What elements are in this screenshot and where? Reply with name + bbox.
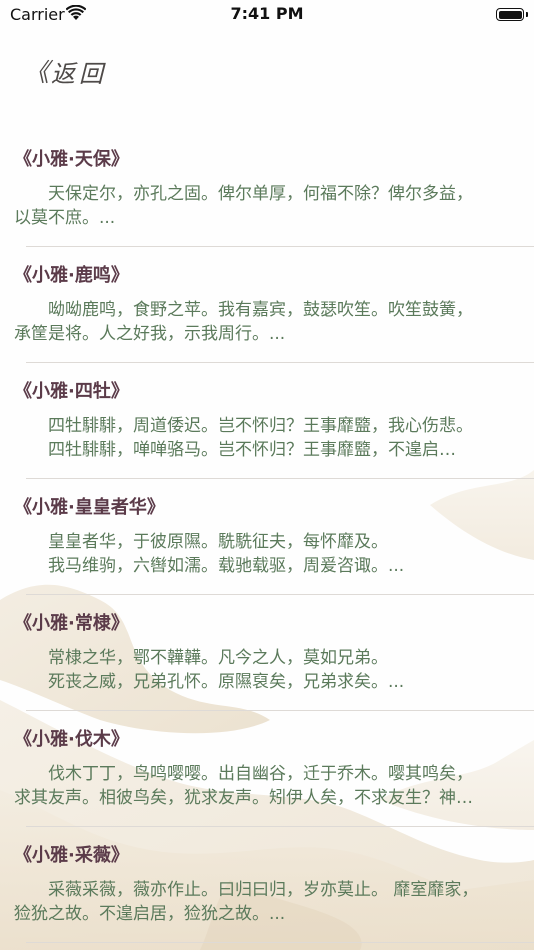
- excerpt-line: 猃狁之故。不遑启居，猃狁之故。...: [14, 904, 286, 924]
- battery-cap: [526, 12, 528, 17]
- excerpt-line: 伐木丁丁，鸟鸣嘤嘤。出自幽谷，迁于乔木。嘤其鸣矣，: [14, 764, 473, 784]
- poem-list-item[interactable]: 《小雅·采薇》 采薇采薇，薇亦作止。曰归曰归，岁亦莫止。 靡室靡家， 猃狁之故。…: [0, 827, 534, 943]
- excerpt-line: 呦呦鹿鸣，食野之苹。我有嘉宾，鼓瑟吹笙。吹笙鼓簧，: [14, 300, 473, 320]
- battery-fill: [498, 10, 522, 19]
- back-label: 返回: [51, 59, 108, 88]
- excerpt-line: 皇皇者华，于彼原隰。駪駪征夫，每怀靡及。: [14, 532, 388, 552]
- poem-excerpt: 皇皇者华，于彼原隰。駪駪征夫，每怀靡及。 我马维驹，六辔如濡。载驰载驱，周爰咨诹…: [14, 530, 522, 578]
- poem-title: 《小雅·伐木》: [14, 729, 129, 750]
- excerpt-line: 四牡騑騑，周道倭迟。岂不怀归？王事靡盬，我心伤悲。: [14, 416, 473, 436]
- battery-icon: [496, 8, 524, 21]
- divider: [26, 942, 534, 943]
- poem-excerpt: 天保定尔，亦孔之固。俾尔单厚，何福不除？俾尔多益， 以莫不庶。...: [14, 182, 522, 230]
- excerpt-line: 四牡騑騑，啴啴骆马。岂不怀归？王事靡盬，不遑启…: [14, 440, 456, 460]
- back-chevron-icon: 《: [24, 58, 49, 87]
- poem-excerpt: 呦呦鹿鸣，食野之苹。我有嘉宾，鼓瑟吹笙。吹笙鼓簧， 承筐是将。人之好我，示我周行…: [14, 298, 522, 346]
- excerpt-line: 我马维驹，六辔如濡。载驰载驱，周爰咨诹。...: [14, 556, 405, 576]
- poem-title: 《小雅·天保》: [14, 149, 129, 170]
- poem-excerpt: 采薇采薇，薇亦作止。曰归曰归，岁亦莫止。 靡室靡家， 猃狁之故。不遑启居，猃狁之…: [14, 878, 522, 926]
- excerpt-line: 求其友声。相彼鸟矣，犹求友声。矧伊人矣，不求友生？神…: [14, 788, 473, 808]
- poem-list-item[interactable]: 《小雅·皇皇者华》 皇皇者华，于彼原隰。駪駪征夫，每怀靡及。 我马维驹，六辔如濡…: [0, 479, 534, 595]
- clock: 7:41 PM: [230, 4, 304, 23]
- poem-list-item[interactable]: 《小雅·天保》 天保定尔，亦孔之固。俾尔单厚，何福不除？俾尔多益， 以莫不庶。.…: [0, 131, 534, 247]
- excerpt-line: 天保定尔，亦孔之固。俾尔单厚，何福不除？俾尔多益，: [14, 184, 473, 204]
- poem-excerpt: 伐木丁丁，鸟鸣嘤嘤。出自幽谷，迁于乔木。嘤其鸣矣， 求其友声。相彼鸟矣，犹求友声…: [14, 762, 522, 810]
- poem-list: 《小雅·天保》 天保定尔，亦孔之固。俾尔单厚，何福不除？俾尔多益， 以莫不庶。.…: [0, 131, 534, 943]
- poem-title: 《小雅·鹿鸣》: [14, 265, 129, 286]
- poem-title: 《小雅·皇皇者华》: [14, 497, 165, 518]
- poem-title: 《小雅·常棣》: [14, 613, 129, 634]
- poem-list-item[interactable]: 《小雅·伐木》 伐木丁丁，鸟鸣嘤嘤。出自幽谷，迁于乔木。嘤其鸣矣， 求其友声。相…: [0, 711, 534, 827]
- poem-list-item[interactable]: 《小雅·常棣》 常棣之华，鄂不韡韡。凡今之人，莫如兄弟。 死丧之威，兄弟孔怀。原…: [0, 595, 534, 711]
- excerpt-line: 承筐是将。人之好我，示我周行。...: [14, 324, 286, 344]
- excerpt-line: 死丧之威，兄弟孔怀。原隰裒矣，兄弟求矣。...: [14, 672, 405, 692]
- excerpt-line: 以莫不庶。...: [14, 208, 116, 228]
- excerpt-line: 常棣之华，鄂不韡韡。凡今之人，莫如兄弟。: [14, 648, 388, 668]
- status-bar: Carrier 7:41 PM: [0, 0, 534, 28]
- excerpt-line: 采薇采薇，薇亦作止。曰归曰归，岁亦莫止。 靡室靡家，: [14, 880, 479, 900]
- back-button[interactable]: 《 返回: [24, 56, 108, 88]
- poem-list-item[interactable]: 《小雅·四牡》 四牡騑騑，周道倭迟。岂不怀归？王事靡盬，我心伤悲。 四牡騑騑，啴…: [0, 363, 534, 479]
- poem-title: 《小雅·四牡》: [14, 381, 129, 402]
- poem-list-item[interactable]: 《小雅·鹿鸣》 呦呦鹿鸣，食野之苹。我有嘉宾，鼓瑟吹笙。吹笙鼓簧， 承筐是将。人…: [0, 247, 534, 363]
- poem-excerpt: 四牡騑騑，周道倭迟。岂不怀归？王事靡盬，我心伤悲。 四牡騑騑，啴啴骆马。岂不怀归…: [14, 414, 522, 462]
- poem-title: 《小雅·采薇》: [14, 845, 129, 866]
- poem-excerpt: 常棣之华，鄂不韡韡。凡今之人，莫如兄弟。 死丧之威，兄弟孔怀。原隰裒矣，兄弟求矣…: [14, 646, 522, 694]
